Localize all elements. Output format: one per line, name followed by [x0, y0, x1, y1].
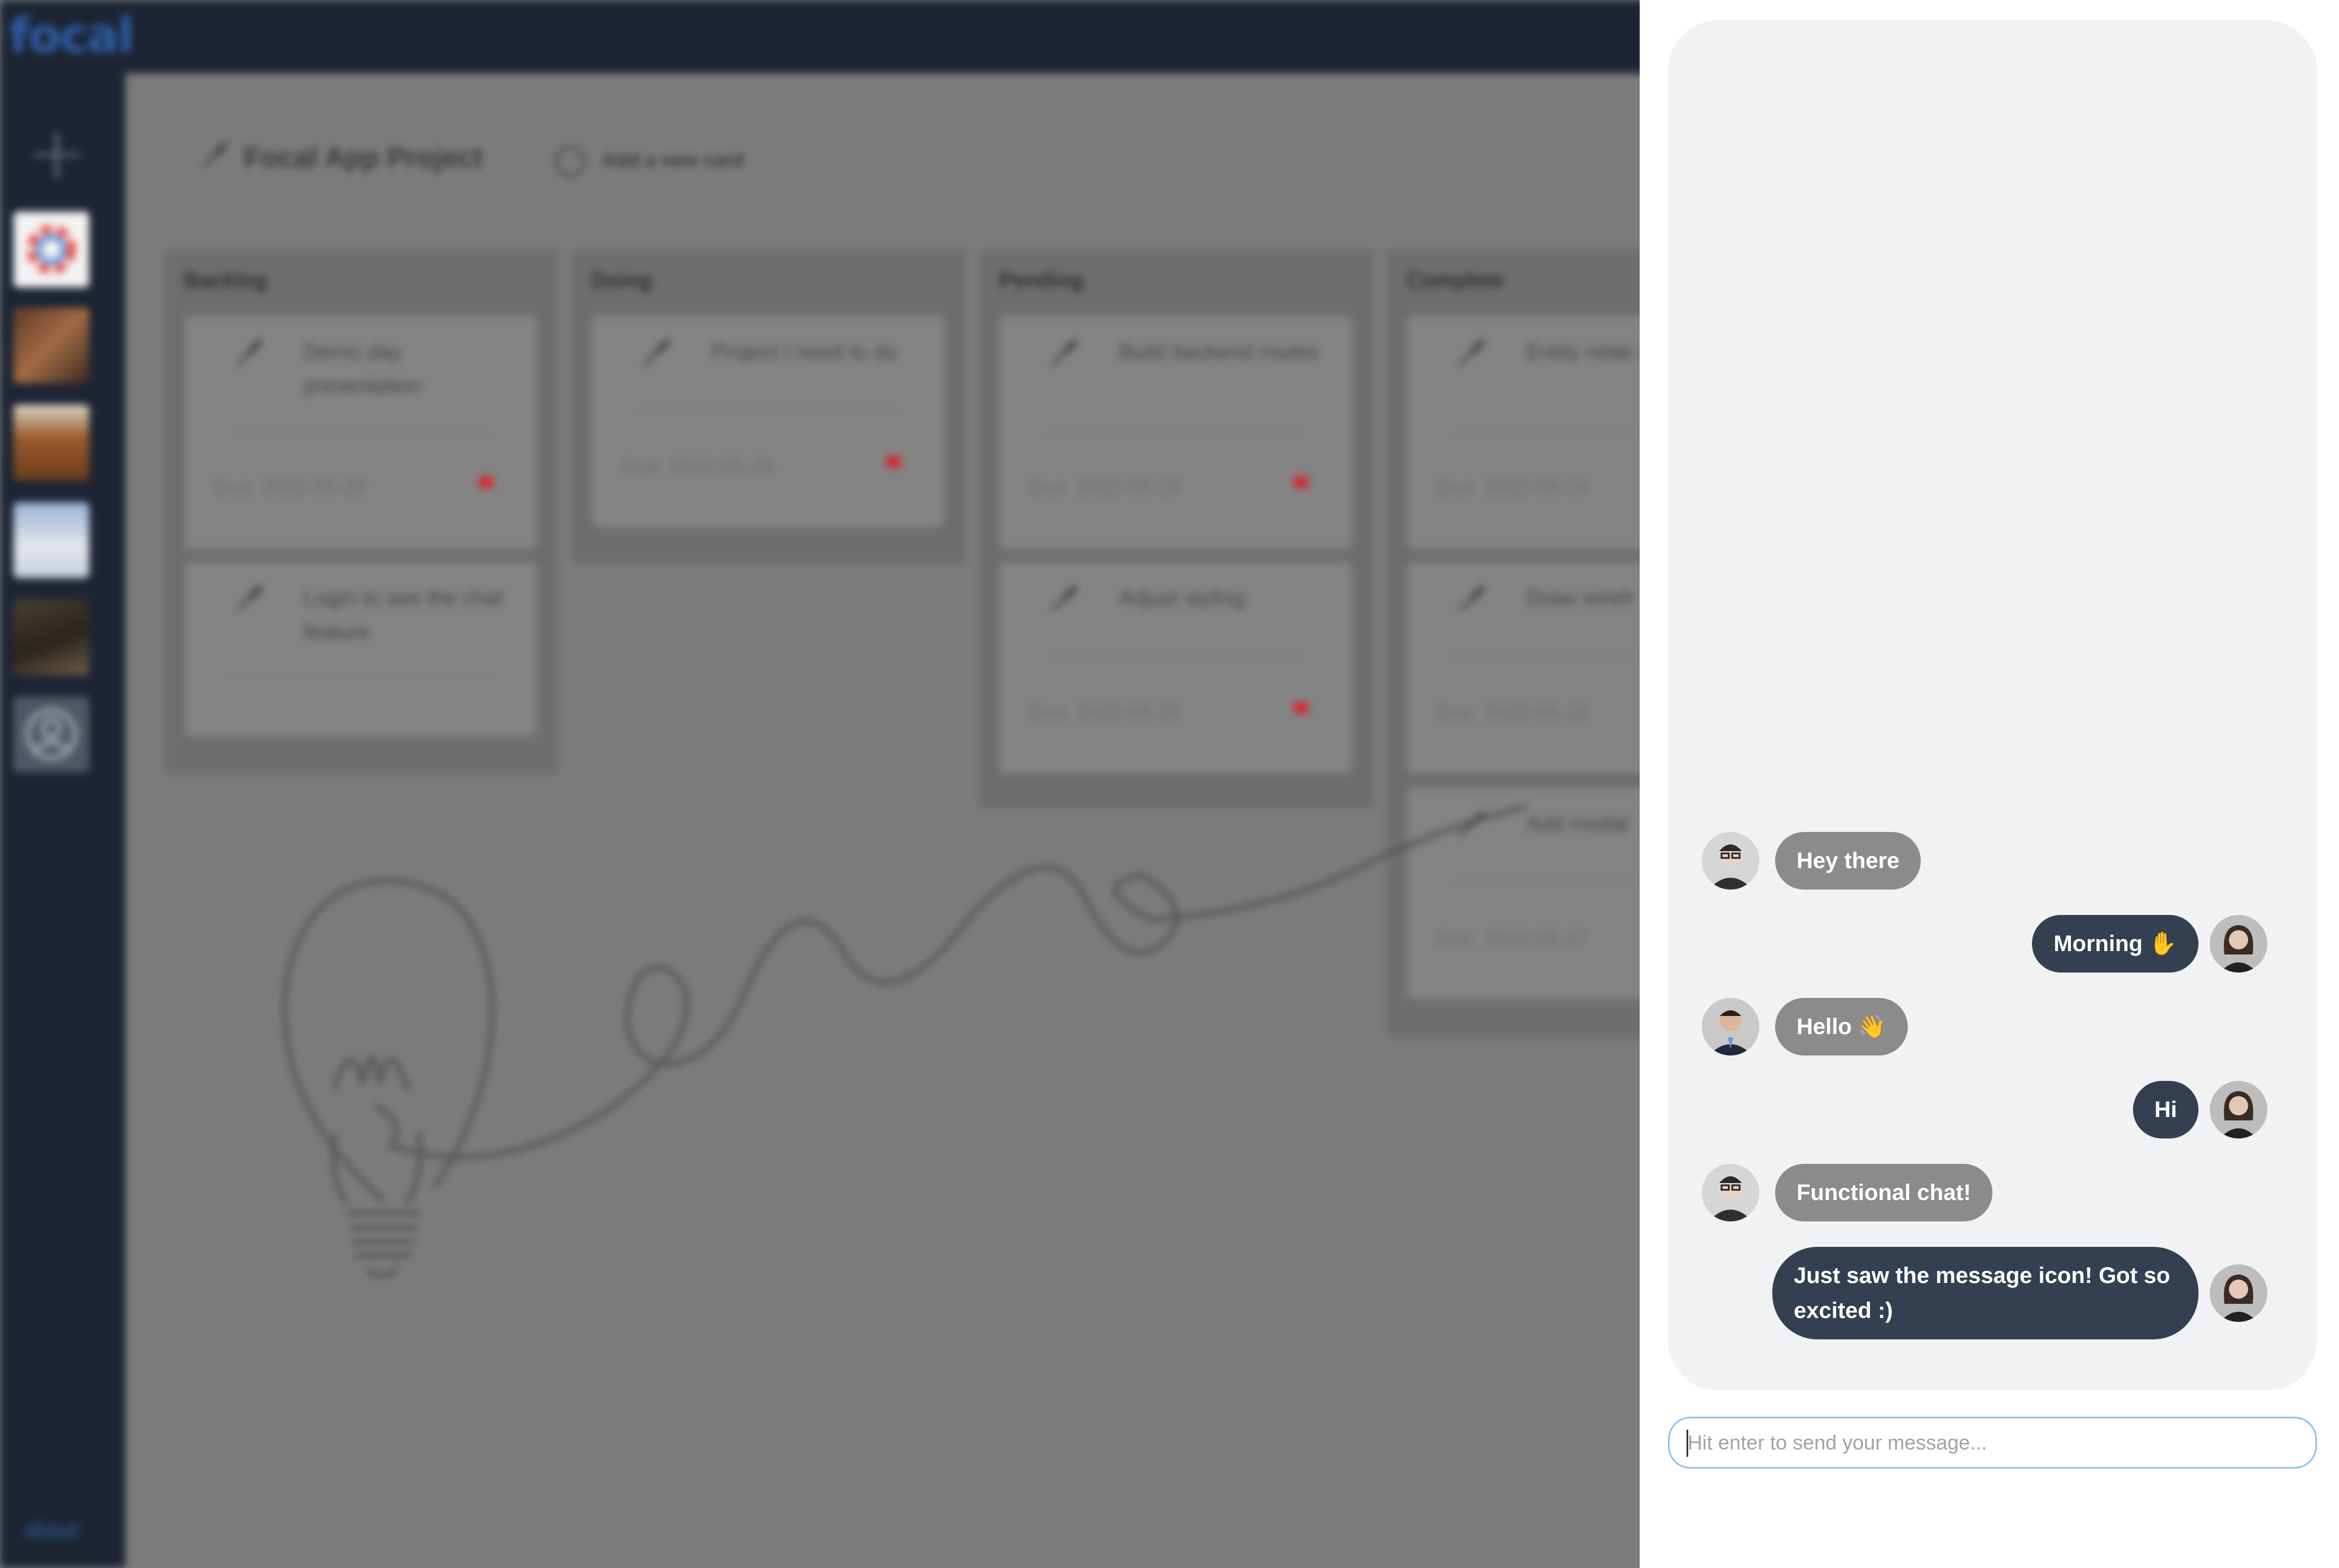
chat-panel: Hey there Morning ✋ Hello 👋 Hi Functiona… [1640, 0, 2339, 1568]
avatar-woman-icon [2210, 915, 2267, 973]
avatar-man-glasses-icon [1702, 832, 1759, 890]
app-logo[interactable]: focal [9, 8, 134, 63]
project-sidebar: + about [0, 73, 125, 1568]
avatar-woman-icon [2210, 1081, 2267, 1138]
avatar-man-glasses-icon [1702, 1164, 1759, 1221]
chat-message-input[interactable] [1668, 1417, 2317, 1469]
incoming-message-bubble: Hey there [1775, 832, 1921, 890]
avatar-woman-icon [2210, 1264, 2267, 1322]
about-link[interactable]: about [25, 1518, 78, 1543]
incoming-message-bubble: Hello 👋 [1775, 998, 1908, 1055]
project-thumb-6[interactable] [14, 697, 89, 772]
project-thumb-1[interactable] [14, 212, 89, 287]
add-project-icon[interactable]: + [26, 116, 87, 189]
incoming-message-bubble: Functional chat! [1775, 1164, 1992, 1221]
project-thumb-2[interactable] [14, 308, 89, 383]
outgoing-message-bubble: Morning ✋ [2032, 915, 2198, 973]
project-thumb-5[interactable] [14, 599, 89, 675]
outgoing-message-bubble: Just saw the message icon! Got so excite… [1772, 1247, 2198, 1339]
project-thumb-4[interactable] [14, 502, 89, 578]
chat-message-list[interactable]: Hey there Morning ✋ Hello 👋 Hi Functiona… [1668, 20, 2317, 1391]
outgoing-message-bubble: Hi [2133, 1081, 2198, 1138]
avatar-man-suit-icon [1702, 998, 1759, 1055]
lightbulb-illustration [282, 805, 1527, 1278]
project-thumb-3[interactable] [14, 405, 89, 480]
text-caret [1687, 1430, 1688, 1457]
